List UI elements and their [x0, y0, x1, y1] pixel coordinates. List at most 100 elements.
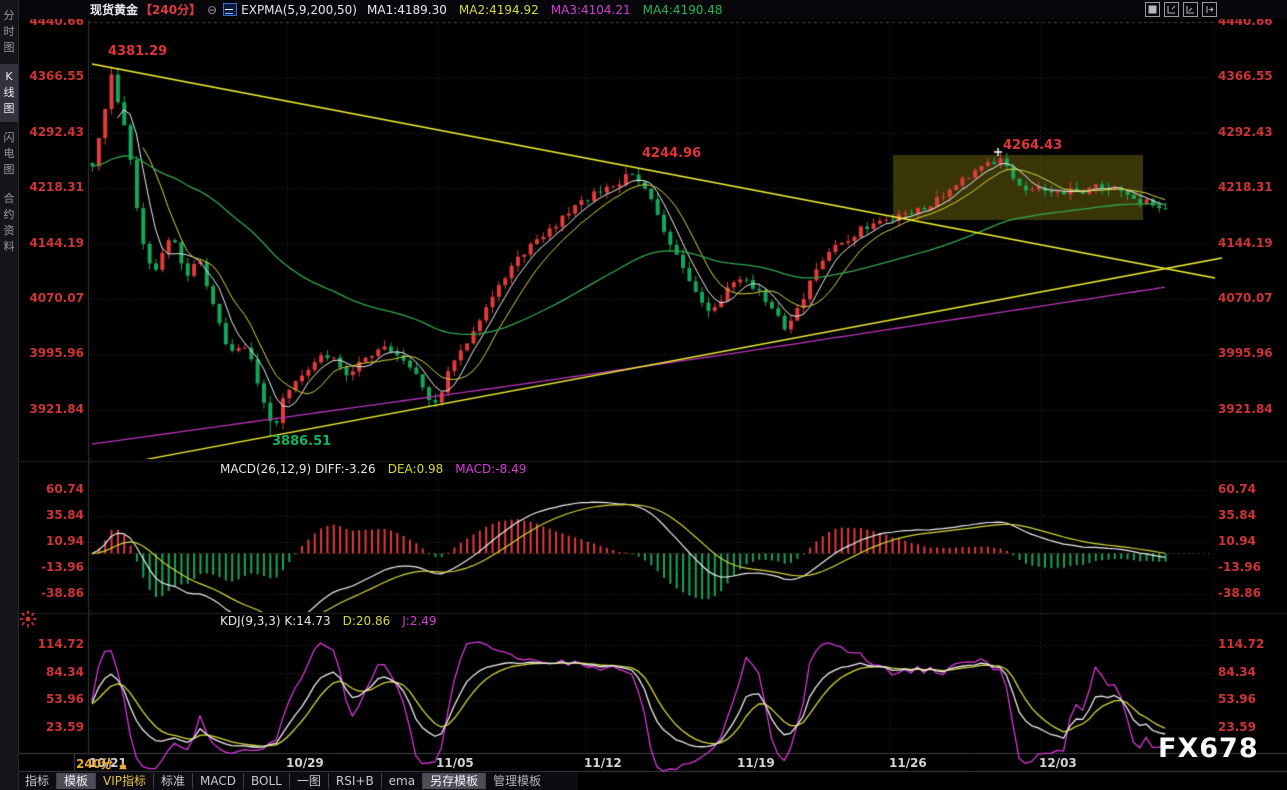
kdj-header: KDJ(9,3,3) K:14.73 D:20.86 J:2.49 [220, 614, 449, 628]
chart-canvas[interactable] [0, 0, 1287, 790]
y-axis-label: 3995.96 [29, 346, 84, 361]
y-axis-label: 23.59 [46, 720, 84, 734]
y-axis-label: 84.34 [1218, 665, 1256, 679]
sidebar-tab-char: 约 [3, 208, 15, 221]
sidebar-tab-char: 线 [3, 86, 15, 99]
y-axis-label: 4218.31 [1218, 180, 1273, 195]
exit-right-icon[interactable] [1202, 2, 1217, 17]
y-axis-label: 10.94 [46, 534, 84, 548]
alert-icon[interactable] [19, 610, 37, 628]
y-axis-label: 10.94 [1218, 534, 1256, 548]
y-axis-label: 3995.96 [1218, 346, 1273, 361]
ma-value-list: MA1:4189.30 MA2:4194.92 MA3:4104.21 MA4:419… [367, 3, 735, 17]
sidebar-tab-合约资料[interactable]: 合约资料 [0, 186, 18, 260]
toolbar-item-另存模板[interactable]: 另存模板 [422, 773, 486, 789]
watermark: FX678 [1158, 733, 1259, 764]
sidebar-tab-char: 时 [3, 25, 15, 38]
bottom-toolbar: 指标 模板 VIP指标 标准 MACD BOLL 一图 RSI+B ema 另存模板 管理模板 [18, 772, 578, 790]
toolbar-item-管理模板[interactable]: 管理模板 [485, 773, 548, 789]
price-annotation: 4244.96 [642, 146, 702, 161]
y-axis-label: 4070.07 [1218, 291, 1273, 305]
indicator-header-segment: KDJ(9,3,3) K:14.73 [220, 614, 331, 628]
chart-window: 分时图K线图闪电图合约资料 现货黄金 【240分】 ⊖ EXPMA(5,9,20… [0, 0, 1287, 790]
period-up-arrow: ▲ [119, 760, 127, 771]
y-axis-label: -13.96 [41, 560, 84, 574]
y-axis-label: -13.96 [1218, 560, 1261, 574]
sidebar-tab-char: 料 [3, 240, 15, 253]
macd-header: MACD(26,12,9) DIFF:-3.26 DEA:0.98 MACD:-8.… [220, 462, 538, 476]
indicator-header-segment: MACD(26,12,9) DIFF:-3.26 [220, 462, 376, 476]
chart-header: 现货黄金 【240分】 ⊖ EXPMA(5,9,200,50) MA1:4189… [18, 0, 1287, 19]
period-badge: 【240分】 [140, 3, 202, 17]
toolbar-item-VIP指标[interactable]: VIP指标 [95, 773, 153, 789]
symbol-title: 现货黄金 [90, 3, 139, 17]
y-axis-label: 4366.55 [1218, 69, 1273, 84]
ma-value: MA1:4189.30 [367, 2, 447, 17]
indicator-header-segment: MACD:-8.49 [455, 462, 527, 476]
toolbar-item-指标[interactable]: 指标 [18, 773, 56, 789]
indicator-header-segment: DEA:0.98 [387, 462, 444, 476]
y-axis-label: 114.72 [1218, 637, 1265, 651]
indicator-name: EXPMA(5,9,200,50) [241, 2, 357, 17]
sidebar-tab-闪电图[interactable]: 闪电图 [0, 125, 18, 183]
toolbar-item-ema[interactable]: ema [380, 773, 422, 789]
toolbar-item-MACD[interactable]: MACD [192, 773, 243, 789]
sidebar-tab-char: 图 [3, 163, 15, 176]
price-annotation: 4381.29 [108, 44, 168, 59]
y-axis-label: -38.86 [41, 586, 84, 600]
y-axis-label: 4070.07 [29, 291, 84, 305]
window-icon-bar [1145, 2, 1217, 17]
sidebar-tab-分时图[interactable]: 分时图 [0, 3, 18, 61]
x-axis-date: 10/29 [286, 756, 324, 770]
y-axis-label: 35.84 [1218, 508, 1256, 522]
ma-value: MA4:4190.48 [642, 2, 723, 17]
y-axis-label: 53.96 [1218, 692, 1256, 706]
price-annotation: 4264.43 [1003, 138, 1063, 153]
y-axis-label: 84.34 [46, 665, 84, 679]
move-icon[interactable] [1145, 2, 1160, 17]
collapse-icon[interactable]: ⊖ [207, 3, 217, 17]
indicator-header-segment: D:20.86 [342, 614, 391, 628]
y-axis-label: 53.96 [46, 692, 84, 706]
left-sidebar: 分时图K线图闪电图合约资料 [0, 0, 19, 790]
sidebar-tab-char: 闪 [3, 131, 15, 144]
ma-value: MA3:4104.21 [550, 2, 631, 17]
chart-axis-icon[interactable] [1183, 2, 1198, 17]
y-axis-label: 35.84 [46, 508, 84, 522]
y-axis-label: 3921.84 [1218, 401, 1273, 416]
price-annotation: 3886.51 [272, 434, 332, 449]
indicator-header-segment: J:2.49 [402, 614, 437, 628]
toolbar-item-一图[interactable]: 一图 [288, 773, 328, 789]
y-axis-label: 4292.43 [29, 124, 84, 139]
sidebar-tab-char: 合 [3, 192, 15, 205]
y-axis-label: 4144.19 [29, 235, 84, 250]
y-axis-label: 23.59 [1218, 720, 1256, 734]
y-axis-label: 4292.43 [1218, 124, 1273, 139]
sidebar-tab-K线图[interactable]: K线图 [0, 64, 18, 122]
scale-axis-icon[interactable] [1164, 2, 1179, 17]
indicator-icon[interactable] [223, 3, 238, 16]
sidebar-tab-char: K [5, 70, 13, 83]
x-axis-date: 11/19 [737, 756, 775, 770]
sidebar-tab-char: 分 [3, 9, 15, 22]
y-axis-label: 4218.31 [29, 180, 84, 195]
toolbar-item-模板[interactable]: 模板 [56, 773, 96, 789]
x-axis-date: 12/03 [1039, 756, 1077, 770]
period-selector-label: 240分 [76, 757, 114, 771]
y-axis-label: 60.74 [1218, 482, 1256, 496]
sidebar-tab-char: 图 [3, 102, 15, 115]
toolbar-item-RSI+B[interactable]: RSI+B [327, 773, 381, 789]
toolbar-item-标准[interactable]: 标准 [153, 773, 192, 789]
ma-value: MA2:4194.92 [458, 2, 539, 17]
period-selector[interactable]: 240分 ▲ [76, 755, 127, 772]
y-axis-label: 4366.55 [29, 69, 84, 84]
x-axis-date: 11/26 [889, 756, 927, 770]
y-axis-label: 4144.19 [1218, 235, 1273, 250]
x-axis-date: 11/05 [436, 756, 474, 770]
y-axis-label: 60.74 [46, 482, 84, 496]
sidebar-tab-char: 电 [3, 147, 15, 160]
y-axis-label: 3921.84 [29, 401, 84, 416]
sidebar-tab-char: 图 [3, 41, 15, 54]
toolbar-item-BOLL[interactable]: BOLL [243, 773, 289, 789]
y-axis-label: -38.86 [1218, 586, 1261, 600]
